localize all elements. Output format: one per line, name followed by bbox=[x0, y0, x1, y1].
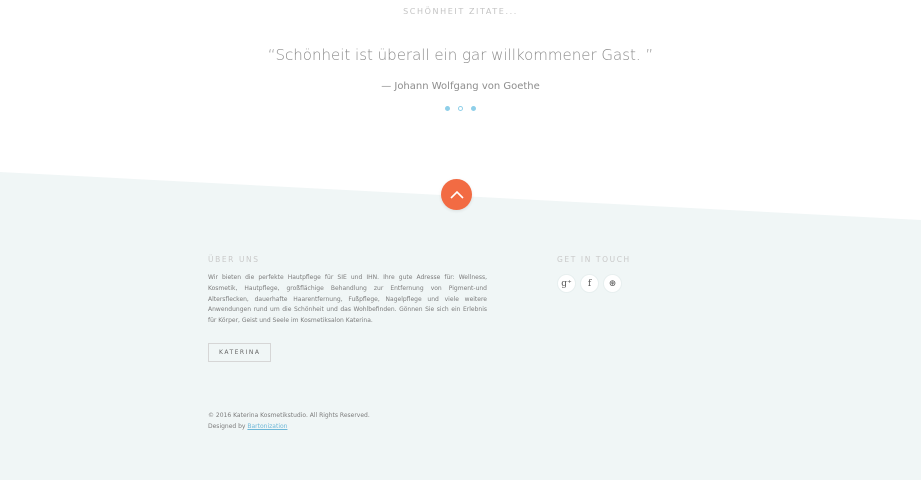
designed-by: Designed by Bartonization bbox=[208, 421, 370, 432]
chevron-up-icon bbox=[449, 185, 464, 204]
copyright-block: © 2016 Katerina Kosmetikstudio. All Righ… bbox=[208, 410, 370, 432]
section-heading: SCHÖNHEIT ZITATE... bbox=[403, 7, 518, 16]
dribbble-icon[interactable]: ⊛ bbox=[603, 274, 622, 293]
contact-heading: GET IN TOUCH bbox=[557, 255, 631, 264]
carousel-dots bbox=[0, 106, 921, 111]
carousel-dot-3[interactable] bbox=[471, 106, 476, 111]
about-heading: ÜBER UNS bbox=[208, 255, 260, 264]
designer-link[interactable]: Bartonization bbox=[247, 423, 287, 430]
google-plus-icon[interactable]: g⁺ bbox=[557, 274, 576, 293]
about-section: ÜBER UNS Wir bieten die perfekte Hautpfl… bbox=[208, 255, 487, 362]
carousel-dot-2[interactable] bbox=[458, 106, 463, 111]
scroll-top-button[interactable] bbox=[441, 179, 472, 210]
facebook-icon[interactable]: f bbox=[580, 274, 599, 293]
copyright-text: © 2016 Katerina Kosmetikstudio. All Righ… bbox=[208, 412, 370, 419]
quote-author: — Johann Wolfgang von Goethe bbox=[381, 81, 540, 92]
contact-section: GET IN TOUCH g⁺ f ⊛ bbox=[557, 255, 631, 293]
facebook-glyph: f bbox=[587, 278, 592, 289]
katerina-button[interactable]: KATERINA bbox=[208, 342, 272, 362]
quote-text: “Schönheit ist überall ein gar willkomme… bbox=[267, 46, 654, 64]
dribbble-glyph: ⊛ bbox=[608, 278, 617, 289]
social-links: g⁺ f ⊛ bbox=[557, 274, 631, 293]
carousel-dot-1[interactable] bbox=[445, 106, 450, 111]
google-plus-glyph: g⁺ bbox=[561, 278, 572, 289]
quote-section: SCHÖNHEIT ZITATE... “Schönheit ist übera… bbox=[0, 0, 921, 180]
designed-by-prefix: Designed by bbox=[208, 423, 248, 430]
about-text: Wir bieten die perfekte Hautpflege für S… bbox=[208, 274, 487, 325]
